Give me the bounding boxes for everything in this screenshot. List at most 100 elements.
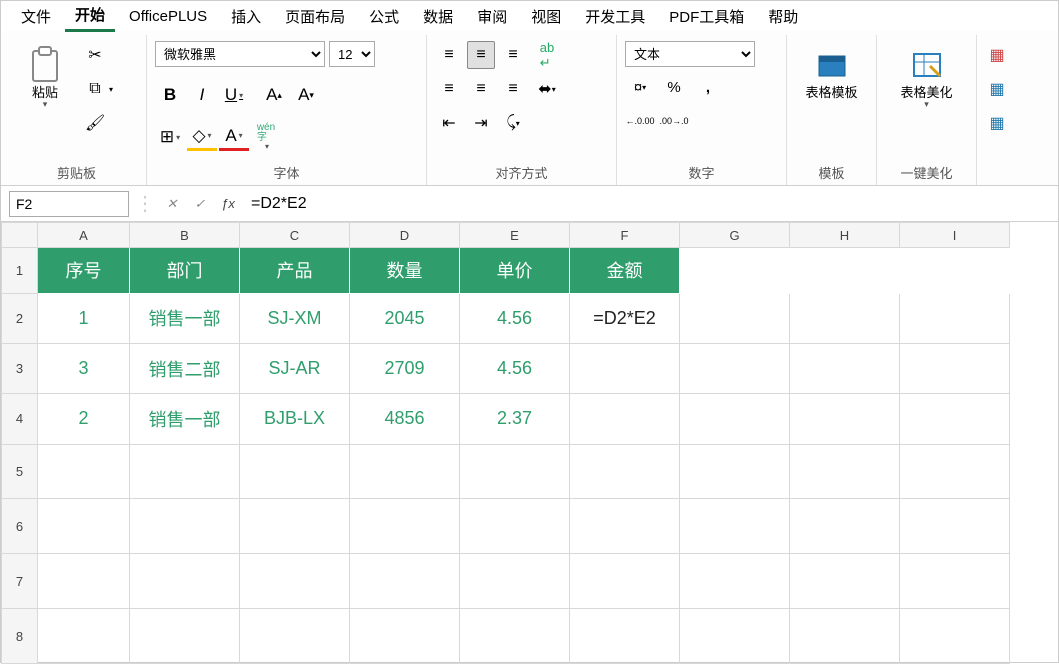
cell[interactable] [900,499,1010,554]
cell[interactable] [680,248,790,294]
increase-font-button[interactable]: A▴ [259,81,289,109]
cell[interactable] [680,444,790,499]
decrease-decimal-button[interactable]: .00→.0 [659,107,689,135]
cell[interactable] [350,444,460,499]
align-center-button[interactable]: ≡ [467,75,495,103]
cell[interactable] [680,554,790,609]
cell[interactable]: SJ-XM [240,293,350,343]
cell[interactable] [38,554,130,609]
row-header[interactable]: 8 [2,609,38,664]
format-painter-button[interactable]: 🖌 [81,109,117,137]
cell[interactable] [790,554,900,609]
cell-active[interactable]: =D2*E2 [570,293,680,343]
menu-pdf[interactable]: PDF工具箱 [659,2,754,31]
cell[interactable] [130,444,240,499]
underline-button[interactable]: U▾ [219,81,249,109]
cell[interactable] [240,554,350,609]
fx-button[interactable]: ƒx [217,193,239,215]
menu-formulas[interactable]: 公式 [359,2,409,31]
copy-button[interactable]: ⧉▾ [81,75,117,103]
orientation-button[interactable]: ⤹▾ [499,109,527,137]
cancel-formula-button[interactable]: ✕ [161,193,183,215]
font-name-select[interactable]: 微软雅黑 [155,41,325,67]
cell[interactable] [460,499,570,554]
cell[interactable] [570,554,680,609]
name-box[interactable] [9,191,129,217]
extra-btn-2[interactable]: ▦ [985,75,1009,103]
align-left-button[interactable]: ≡ [435,75,463,103]
row-header[interactable]: 5 [2,444,38,499]
cell[interactable]: 销售一部 [130,293,240,343]
col-header-G[interactable]: G [680,223,790,248]
align-right-button[interactable]: ≡ [499,75,527,103]
cell[interactable] [790,293,900,343]
cell[interactable] [350,609,460,664]
cell[interactable] [790,499,900,554]
cell[interactable] [900,248,1010,294]
paste-button[interactable]: 粘贴 ▾ [15,41,75,114]
menu-insert[interactable]: 插入 [221,2,271,31]
percent-button[interactable]: % [659,73,689,101]
cell[interactable] [790,248,900,294]
cell[interactable]: 2.37 [460,394,570,444]
cell[interactable] [240,444,350,499]
cell[interactable] [900,344,1010,394]
row-header[interactable]: 6 [2,499,38,554]
col-header-B[interactable]: B [130,223,240,248]
cell[interactable]: 2709 [350,344,460,394]
menu-file[interactable]: 文件 [11,2,61,31]
font-color-button[interactable]: A▾ [219,123,249,151]
cell[interactable]: 产品 [240,248,350,294]
cell[interactable] [570,344,680,394]
merge-center-button[interactable]: ⬌▾ [533,75,561,103]
increase-decimal-button[interactable]: ←.0.00 [625,107,655,135]
col-header-C[interactable]: C [240,223,350,248]
cell[interactable] [240,499,350,554]
cell[interactable] [900,394,1010,444]
comma-button[interactable]: , [693,73,723,101]
cell[interactable] [680,394,790,444]
select-all-corner[interactable] [2,223,38,248]
font-size-select[interactable]: 12 [329,41,375,67]
menu-developer[interactable]: 开发工具 [575,2,655,31]
cut-button[interactable]: ✂ [81,41,117,69]
cell[interactable] [790,344,900,394]
bold-button[interactable]: B [155,81,185,109]
cell[interactable]: BJB-LX [240,394,350,444]
phonetic-button[interactable]: wén 字▾ [251,123,281,151]
decrease-font-button[interactable]: A▾ [291,81,321,109]
cell[interactable]: 序号 [38,248,130,294]
row-header[interactable]: 3 [2,344,38,394]
cell[interactable] [130,554,240,609]
menu-officeplus[interactable]: OfficePLUS [119,4,217,29]
cell[interactable] [900,444,1010,499]
wrap-text-button[interactable]: ab↵ [533,41,561,69]
cell[interactable] [900,293,1010,343]
cell[interactable] [790,394,900,444]
cell[interactable] [680,293,790,343]
row-header[interactable]: 1 [2,248,38,294]
decrease-indent-button[interactable]: ⇤ [435,109,463,137]
accounting-format-button[interactable]: ¤▾ [625,73,655,101]
table-template-button[interactable]: 表格模板 [802,41,862,105]
table-beautify-button[interactable]: 表格美化 ▾ [897,41,957,114]
cell[interactable] [460,609,570,664]
cell[interactable]: 单价 [460,248,570,294]
enter-formula-button[interactable]: ✓ [189,193,211,215]
fill-color-button[interactable]: ◇▾ [187,123,217,151]
cell[interactable] [38,444,130,499]
cell[interactable] [900,554,1010,609]
menu-pagelayout[interactable]: 页面布局 [275,2,355,31]
cell[interactable] [570,444,680,499]
cell[interactable]: 金额 [570,248,680,294]
cell[interactable]: 4856 [350,394,460,444]
align-middle-button[interactable]: ≡ [467,41,495,69]
cell[interactable] [130,609,240,664]
row-header[interactable]: 4 [2,394,38,444]
increase-indent-button[interactable]: ⇥ [467,109,495,137]
align-top-button[interactable]: ≡ [435,41,463,69]
menu-data[interactable]: 数据 [413,2,463,31]
cell[interactable]: 销售二部 [130,344,240,394]
menu-view[interactable]: 视图 [521,2,571,31]
cell[interactable] [240,609,350,664]
